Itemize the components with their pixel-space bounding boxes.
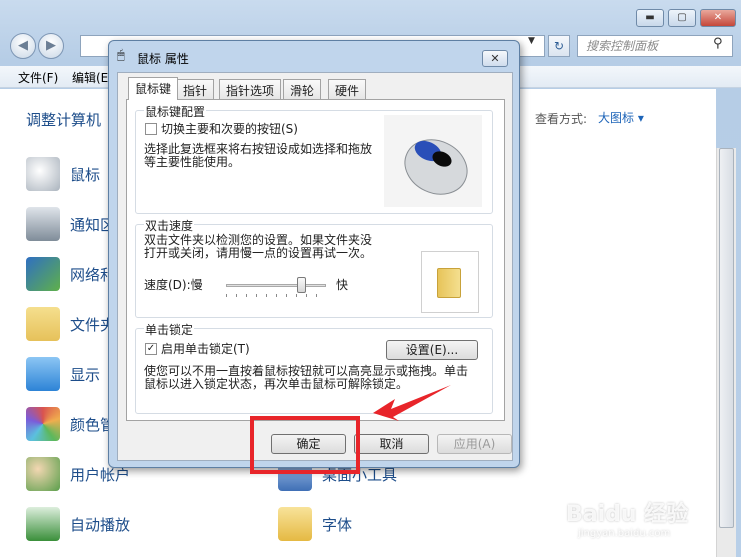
apply-button: 应用(A) (437, 434, 512, 454)
search-icon[interactable]: ⚲ (713, 36, 723, 51)
cp-item-label: 字体 (322, 516, 353, 534)
display-icon (26, 357, 60, 391)
watermark-url: jingyan.baidu.com (578, 528, 671, 539)
color-management-icon (26, 407, 60, 441)
checkbox-label: 启用单击锁定(T) (161, 342, 250, 356)
folder-options-icon (26, 307, 60, 341)
click-lock-checkbox[interactable]: ✓ (145, 343, 157, 355)
mouse-illustration-icon (384, 115, 482, 207)
cp-item-label: 自动播放 (70, 516, 131, 534)
view-by-label: 查看方式: (535, 112, 588, 126)
dialog-title: 鼠标 属性 (137, 52, 189, 66)
speed-slow-label: 速度(D):慢 (144, 278, 203, 292)
slider-ticks (226, 294, 326, 297)
view-by-dropdown[interactable]: 大图标 ▾ (598, 109, 644, 126)
tab-hardware[interactable]: 硬件 (328, 79, 367, 99)
test-folder-icon[interactable] (437, 268, 461, 298)
minimize-button[interactable]: ▬ (636, 9, 664, 27)
group-title: 单击锁定 (144, 321, 195, 338)
back-button[interactable]: ◀ (10, 33, 36, 59)
mouse-icon (26, 157, 60, 191)
description-text: 等主要性能使用。 (144, 155, 241, 169)
description-text: 打开或关闭，请用慢一点的设置再试一次。 (144, 246, 373, 260)
page-title: 调整计算机 (26, 111, 102, 129)
menu-file[interactable]: 文件(F) (18, 69, 58, 86)
cancel-button[interactable]: 取消 (354, 434, 429, 454)
mouse-icon: 🖱 (117, 48, 125, 63)
group-title: 鼠标键配置 (144, 103, 207, 120)
autoplay-icon (26, 507, 60, 541)
tab-wheel[interactable]: 滑轮 (283, 79, 322, 99)
tab-panel: 鼠标键配置 切换主要和次要的按钮(S) 选择此复选框来将右按钮设成如选择和拖放 … (126, 99, 505, 421)
maximize-button[interactable]: ▢ (668, 9, 696, 27)
refresh-button[interactable]: ↻ (548, 35, 570, 57)
close-button[interactable]: ✕ (700, 9, 736, 27)
click-lock-settings-button[interactable]: 设置(E)... (386, 340, 478, 360)
network-icon (26, 257, 60, 291)
menu-edit[interactable]: 编辑(E) (72, 69, 113, 86)
scrollbar-thumb[interactable] (719, 148, 734, 528)
checkbox-label: 切换主要和次要的按钮(S) (161, 122, 298, 136)
test-folder-area[interactable] (421, 251, 479, 313)
notification-area-icon (26, 207, 60, 241)
highlight-box (250, 416, 360, 474)
watermark-logo: Baidu 经验 (566, 502, 689, 527)
double-click-speed-group: 双击速度 双击文件夹以检测您的设置。如果文件夹没 打开或关闭，请用慢一点的设置再… (135, 217, 493, 318)
address-dropdown-icon[interactable]: ▼ (528, 36, 535, 46)
red-arrow-icon (373, 385, 451, 421)
fonts-icon (278, 507, 312, 541)
mouse-properties-dialog: 🖱 鼠标 属性 ✕ 鼠标键 指针 指针选项 滑轮 硬件 鼠标键配置 切换主要和次… (108, 40, 520, 468)
speed-fast-label: 快 (336, 278, 349, 292)
speed-slider-track[interactable] (226, 284, 326, 287)
user-accounts-icon (26, 457, 60, 491)
group-title: 双击速度 (144, 217, 195, 234)
tab-pointers[interactable]: 指针 (176, 79, 215, 99)
cp-item-label: 鼠标 (70, 166, 101, 184)
tab-buttons[interactable]: 鼠标键 (128, 77, 179, 100)
dialog-close-button[interactable]: ✕ (482, 50, 508, 67)
speed-slider-thumb[interactable] (297, 277, 306, 293)
cp-item-label: 显示 (70, 366, 101, 384)
search-input[interactable]: 搜索控制面板 (577, 35, 733, 57)
switch-buttons-checkbox[interactable] (145, 123, 157, 135)
tab-pointer-options[interactable]: 指针选项 (219, 79, 282, 99)
vertical-scrollbar[interactable] (716, 148, 736, 557)
button-config-group: 鼠标键配置 切换主要和次要的按钮(S) 选择此复选框来将右按钮设成如选择和拖放 … (135, 103, 493, 214)
forward-button[interactable]: ▶ (38, 33, 64, 59)
